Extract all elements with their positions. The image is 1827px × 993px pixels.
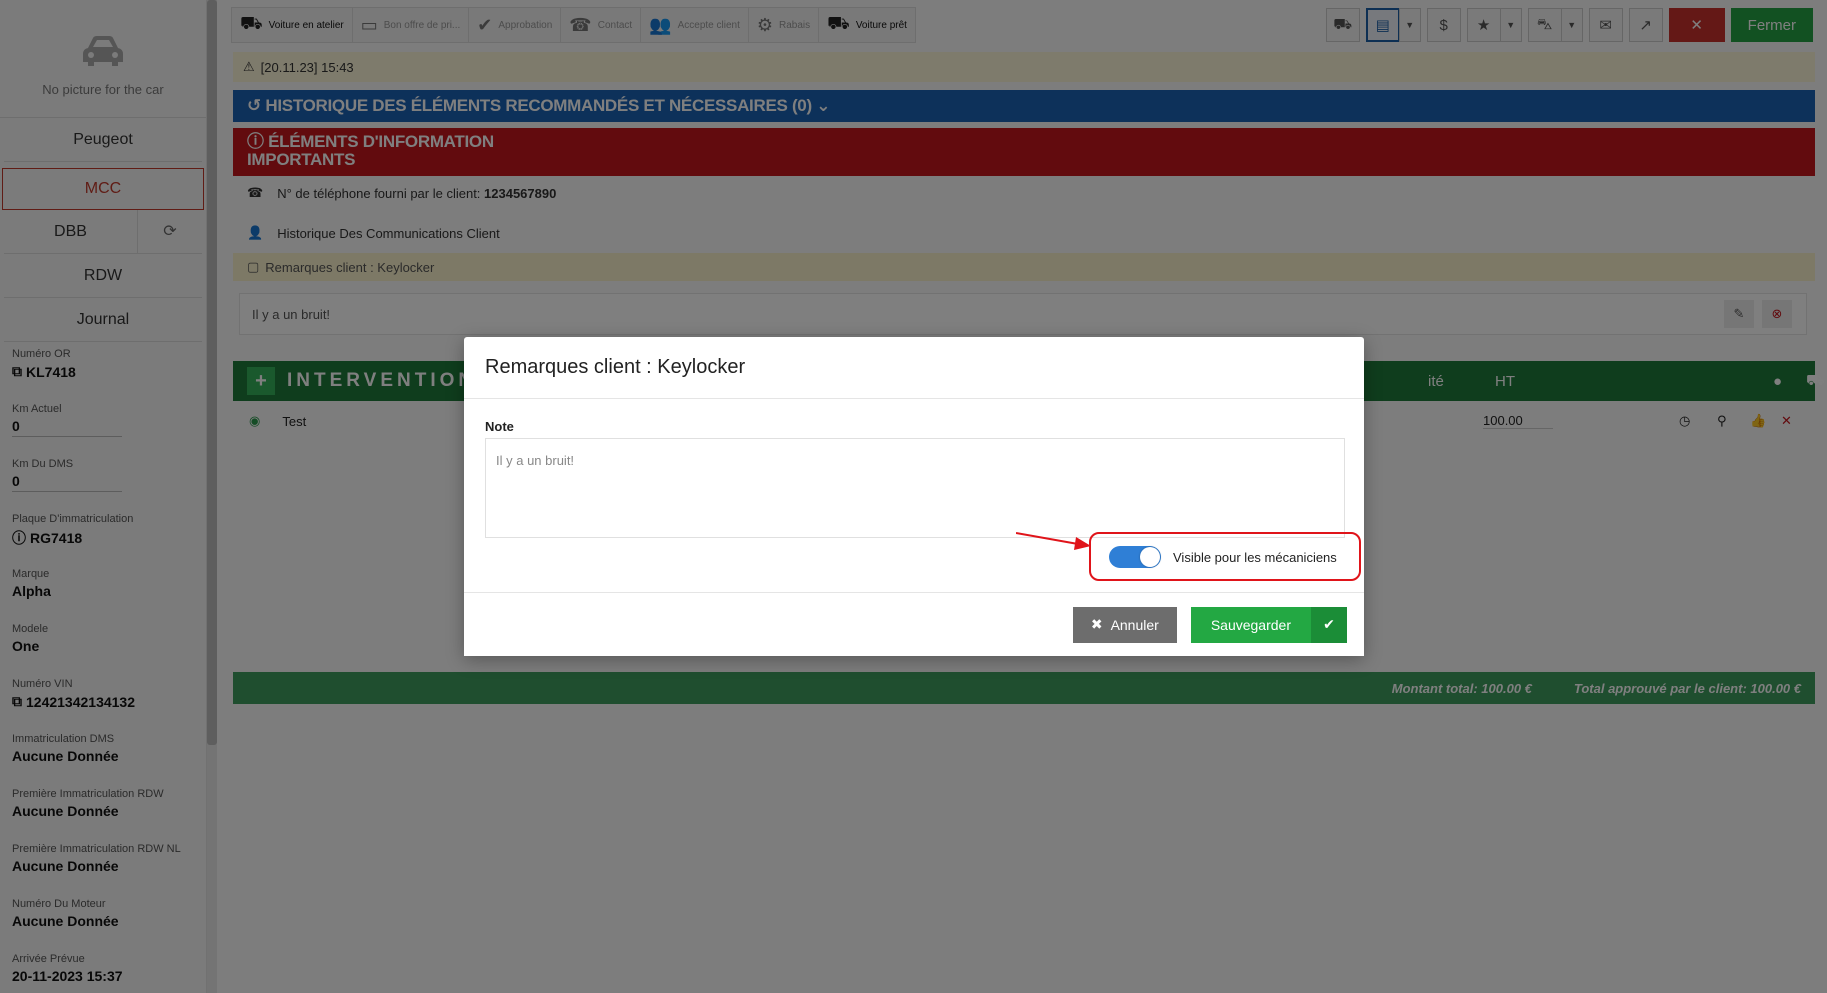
note-textarea[interactable]: Il y a un bruit! — [485, 438, 1345, 538]
visible-toggle[interactable] — [1109, 546, 1161, 568]
modal-title: Remarques client : Keylocker — [464, 337, 1364, 399]
annotation-arrow-icon — [1016, 532, 1091, 550]
check-icon: ✔ — [1311, 606, 1347, 643]
app-root: No picture for the car Peugeot MCC DBB ⟳… — [0, 0, 1827, 993]
cancel-label: Annuler — [1110, 616, 1159, 633]
close-icon: ✖ — [1090, 616, 1103, 632]
cancel-button[interactable]: ✖ Annuler — [1072, 606, 1177, 643]
modal-footer: ✖ Annuler Sauvegarder ✔ — [464, 592, 1364, 656]
save-label: Sauvegarder — [1210, 616, 1291, 633]
save-button[interactable]: Sauvegarder ✔ — [1190, 606, 1347, 643]
visible-toggle-group: Visible pour les mécaniciens — [1109, 546, 1337, 568]
note-label: Note — [485, 419, 514, 434]
toggle-knob — [1140, 547, 1160, 567]
remarks-modal: Remarques client : Keylocker Note Il y a… — [464, 337, 1364, 656]
visible-label: Visible pour les mécaniciens — [1173, 549, 1337, 565]
